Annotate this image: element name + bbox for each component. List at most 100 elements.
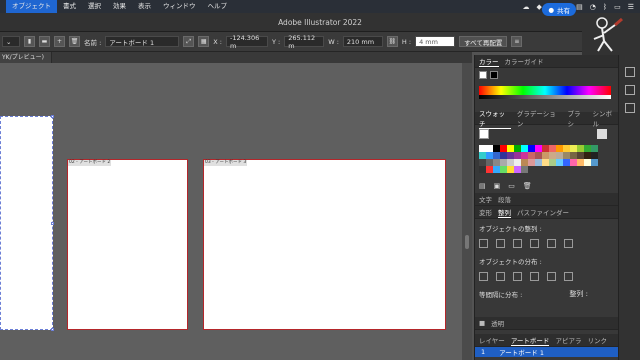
move-with-artwork-icon[interactable]: ⤢ bbox=[183, 36, 195, 47]
tab-align[interactable]: 整列 bbox=[498, 207, 511, 218]
resize-handle[interactable] bbox=[51, 115, 54, 118]
swatch[interactable] bbox=[521, 159, 528, 166]
link-icon[interactable]: ⛓ bbox=[386, 36, 398, 47]
menu-effect[interactable]: 効果 bbox=[107, 0, 132, 13]
stroke-tab-icon[interactable]: ■ bbox=[479, 319, 485, 327]
color-spectrum[interactable] bbox=[479, 86, 611, 95]
vertical-scrollbar[interactable] bbox=[462, 63, 472, 360]
flag-icon[interactable]: ▤ bbox=[576, 3, 583, 11]
new-artboard-icon[interactable]: + bbox=[54, 36, 65, 47]
distribute-vcenter-icon[interactable] bbox=[496, 272, 505, 281]
none-swatch-icon[interactable] bbox=[479, 71, 487, 79]
artboard-2-label[interactable]: 02 - アートボード 2 bbox=[68, 160, 112, 166]
swatch[interactable] bbox=[500, 166, 507, 173]
swatch[interactable] bbox=[577, 145, 584, 152]
swatch[interactable] bbox=[563, 152, 570, 159]
swatch[interactable] bbox=[486, 145, 493, 152]
menu-window[interactable]: ウィンドウ bbox=[157, 0, 202, 13]
panel-icon[interactable] bbox=[624, 103, 635, 113]
arrange-all-button[interactable]: すべて再配置 bbox=[459, 36, 508, 47]
swatch[interactable] bbox=[500, 145, 507, 152]
swatch[interactable] bbox=[507, 145, 514, 152]
tab-color-guide[interactable]: カラーガイド bbox=[505, 56, 544, 66]
swatch[interactable] bbox=[486, 152, 493, 159]
fill-swatch[interactable] bbox=[479, 129, 489, 139]
swatch[interactable] bbox=[500, 152, 507, 159]
document-tab[interactable]: YK/プレビュー) bbox=[0, 52, 52, 63]
swatch[interactable] bbox=[507, 152, 514, 159]
y-field[interactable]: 265.112 m bbox=[284, 34, 325, 50]
swatch[interactable] bbox=[577, 152, 584, 159]
swatch[interactable] bbox=[535, 145, 542, 152]
h-field[interactable]: 4 mm bbox=[415, 36, 456, 47]
distribute-top-icon[interactable] bbox=[479, 272, 488, 281]
swatch[interactable] bbox=[584, 152, 591, 159]
swatch[interactable] bbox=[591, 159, 598, 166]
tab-paragraph[interactable]: 段落 bbox=[498, 194, 511, 204]
artboard-2[interactable]: 02 - アートボード 2 bbox=[67, 159, 188, 330]
tab-transform[interactable]: 変形 bbox=[479, 207, 492, 217]
swatch[interactable] bbox=[549, 159, 556, 166]
resize-handle[interactable] bbox=[51, 328, 54, 331]
tab-artboards[interactable]: アートボード bbox=[510, 335, 550, 346]
swatch-library-icon[interactable]: ▤ bbox=[479, 182, 486, 190]
swatch[interactable] bbox=[507, 166, 514, 173]
menu-object[interactable]: オブジェクト bbox=[6, 0, 57, 13]
align-top-icon[interactable] bbox=[530, 239, 539, 248]
panel-icon[interactable] bbox=[624, 67, 635, 77]
panel-icon[interactable] bbox=[624, 85, 635, 95]
swatch[interactable] bbox=[479, 159, 486, 166]
swatch[interactable] bbox=[521, 166, 528, 173]
artboard-list-row[interactable]: 1 アートボード 1 bbox=[475, 347, 618, 357]
swatch[interactable] bbox=[493, 145, 500, 152]
delete-artboard-icon[interactable]: 🗑 bbox=[69, 36, 80, 47]
swatch[interactable] bbox=[556, 145, 563, 152]
artboard-landscape-icon[interactable]: ▬ bbox=[39, 36, 50, 47]
swatch[interactable] bbox=[507, 159, 514, 166]
tab-layers[interactable]: レイヤー bbox=[479, 335, 505, 345]
swatch[interactable] bbox=[514, 159, 521, 166]
folder-icon[interactable]: ▭ bbox=[508, 182, 515, 190]
artboard-portrait-icon[interactable]: ▮ bbox=[24, 36, 35, 47]
grid-view-icon[interactable] bbox=[597, 129, 607, 139]
swatch[interactable] bbox=[563, 159, 570, 166]
swatch[interactable] bbox=[521, 145, 528, 152]
wifi-icon[interactable]: ◔ bbox=[590, 3, 596, 11]
swatch[interactable] bbox=[514, 166, 521, 173]
swatch[interactable] bbox=[542, 152, 549, 159]
new-swatch-icon[interactable]: ▣ bbox=[494, 182, 501, 190]
swatch[interactable] bbox=[577, 159, 584, 166]
scrollbar-thumb[interactable] bbox=[465, 235, 469, 249]
control-center-icon[interactable]: ☰ bbox=[628, 3, 634, 11]
menu-help[interactable]: ヘルプ bbox=[202, 0, 234, 13]
swatch[interactable] bbox=[542, 159, 549, 166]
distribute-bottom-icon[interactable] bbox=[513, 272, 522, 281]
swatch[interactable] bbox=[549, 152, 556, 159]
swatch[interactable] bbox=[514, 152, 521, 159]
dropbox-icon[interactable]: ◆ bbox=[537, 3, 542, 11]
swatch[interactable] bbox=[549, 145, 556, 152]
x-field[interactable]: -124.306 m bbox=[225, 34, 268, 50]
artboard-name-field[interactable]: アートボード 1 bbox=[105, 36, 180, 47]
options-icon[interactable]: ≡ bbox=[511, 36, 523, 47]
swatch[interactable] bbox=[479, 152, 486, 159]
swatch[interactable] bbox=[584, 159, 591, 166]
swatch[interactable] bbox=[493, 159, 500, 166]
swatch[interactable] bbox=[535, 152, 542, 159]
cloud-icon[interactable]: ☁ bbox=[523, 3, 530, 11]
reference-point-icon[interactable]: ▦ bbox=[198, 36, 210, 47]
battery-icon[interactable]: ▭ bbox=[614, 3, 621, 11]
swatch[interactable] bbox=[570, 152, 577, 159]
swatch[interactable] bbox=[570, 159, 577, 166]
distribute-right-icon[interactable] bbox=[564, 272, 573, 281]
bluetooth-icon[interactable]: ᛒ bbox=[603, 3, 607, 11]
menu-view[interactable]: 表示 bbox=[132, 0, 157, 13]
swatch[interactable] bbox=[514, 145, 521, 152]
tab-color[interactable]: カラー bbox=[479, 56, 499, 67]
swatch[interactable] bbox=[500, 159, 507, 166]
menu-type[interactable]: 書式 bbox=[57, 0, 82, 13]
delete-icon[interactable]: 🗑 bbox=[523, 182, 532, 190]
swatch[interactable] bbox=[528, 145, 535, 152]
align-hcenter-icon[interactable] bbox=[496, 239, 505, 248]
swatch[interactable] bbox=[521, 152, 528, 159]
